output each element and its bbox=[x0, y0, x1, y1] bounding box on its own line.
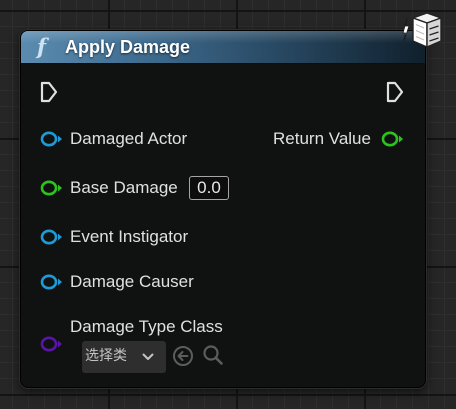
damaged-actor-pin-icon[interactable] bbox=[40, 130, 64, 148]
event-instigator-pin-icon[interactable] bbox=[40, 228, 64, 246]
exec-out-pin-icon[interactable] bbox=[386, 81, 404, 103]
node-title: Apply Damage bbox=[65, 37, 191, 57]
node-header[interactable]: f Apply Damage bbox=[21, 31, 425, 64]
damage-type-class-pin-icon[interactable] bbox=[40, 335, 64, 353]
base-damage-value-input[interactable] bbox=[189, 176, 229, 200]
damage-causer-label: Damage Causer bbox=[70, 272, 194, 291]
chevron-down-icon bbox=[142, 353, 154, 360]
damage-causer-pin-icon[interactable] bbox=[40, 273, 64, 291]
base-damage-label: Base Damage bbox=[70, 178, 178, 197]
return-value-label: Return Value bbox=[273, 129, 371, 148]
return-value-pin-icon[interactable] bbox=[381, 130, 405, 148]
browse-search-icon[interactable] bbox=[202, 344, 224, 366]
class-picker-label: 选择类 bbox=[85, 348, 127, 364]
damage-type-class-label: Damage Type Class bbox=[70, 317, 223, 336]
event-instigator-label: Event Instigator bbox=[70, 227, 189, 246]
base-damage-pin-icon[interactable] bbox=[40, 179, 64, 197]
class-picker-dropdown[interactable]: 选择类 bbox=[82, 341, 166, 373]
exec-in-pin-icon[interactable] bbox=[40, 81, 58, 103]
damaged-actor-label: Damaged Actor bbox=[70, 129, 188, 148]
apply-damage-node[interactable]: f Apply Damage Damaged Actor Return Valu… bbox=[20, 30, 426, 388]
use-selected-arrow-icon[interactable] bbox=[172, 345, 194, 367]
function-icon: f bbox=[37, 34, 47, 59]
static-class-cube-icon bbox=[398, 9, 446, 51]
